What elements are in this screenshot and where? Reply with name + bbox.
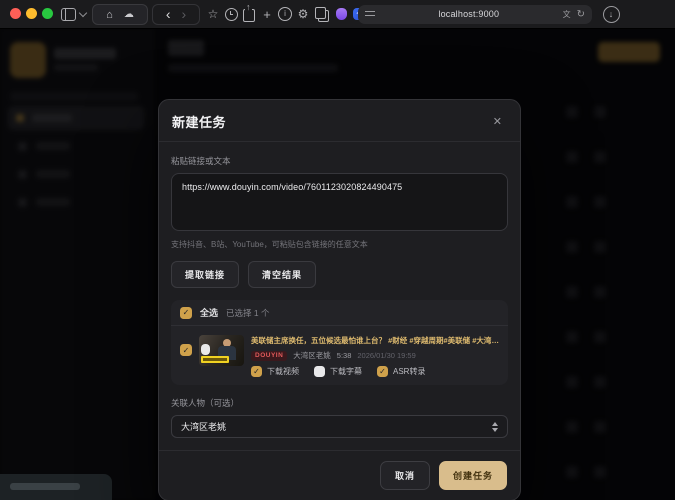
cancel-button[interactable]: 取消 bbox=[380, 461, 430, 490]
selected-count: 已选择 1 个 bbox=[226, 307, 269, 319]
link-preview-bubble bbox=[0, 474, 112, 500]
close-icon[interactable]: ✕ bbox=[489, 113, 506, 130]
results-panel: ✓ 全选 已选择 1 个 ✓ 美联储主席换任，五位候选最怕谁上台？ #财经 #穿… bbox=[171, 300, 508, 385]
zoom-window-button[interactable] bbox=[42, 8, 53, 19]
minimize-window-button[interactable] bbox=[26, 8, 37, 19]
video-date: 2026/01/30 19:59 bbox=[357, 351, 415, 360]
person-select[interactable]: 大湾区老姚 bbox=[171, 415, 508, 438]
checkbox-checked[interactable]: ✓ bbox=[377, 366, 388, 377]
modal-footer: 取消 创建任务 bbox=[159, 450, 520, 500]
supported-platforms-hint: 支持抖音、B站、YouTube，可粘贴包含链接的任意文本 bbox=[171, 239, 508, 250]
select-all-checkbox[interactable]: ✓ bbox=[180, 307, 192, 319]
modal-body: 粘贴链接或文本 https://www.douyin.com/video/760… bbox=[159, 142, 520, 450]
video-duration: 5:38 bbox=[337, 351, 352, 360]
browser-toolbar: ⌂ ☁ ‹ › ☆ + i ⚙ ✦ localhost:9000 文 ↻ ↓ bbox=[0, 0, 675, 29]
new-tab-icon[interactable]: + bbox=[260, 0, 274, 28]
platform-badge: DOUYIN bbox=[251, 351, 287, 361]
extract-links-button[interactable]: 提取链接 bbox=[171, 261, 239, 288]
link-textarea[interactable]: https://www.douyin.com/video/76011230208… bbox=[171, 173, 508, 231]
cloud-icon[interactable]: ☁ bbox=[124, 9, 134, 20]
reload-icon[interactable]: ↻ bbox=[577, 9, 585, 20]
link-textarea-value: https://www.douyin.com/video/76011230208… bbox=[182, 182, 497, 192]
workspace-pill: ⌂ ☁ bbox=[92, 4, 148, 25]
checkbox-unchecked[interactable] bbox=[314, 366, 325, 377]
back-icon[interactable]: ‹ bbox=[166, 6, 171, 22]
video-thumbnail bbox=[199, 335, 244, 366]
create-task-button[interactable]: 创建任务 bbox=[439, 461, 507, 490]
modal-title: 新建任务 bbox=[172, 112, 226, 131]
share-icon[interactable] bbox=[242, 0, 256, 28]
option-download-subtitles[interactable]: 下载字幕 bbox=[314, 366, 362, 377]
translate-icon[interactable]: 文 bbox=[563, 9, 571, 20]
settings-gear-icon[interactable]: ⚙ bbox=[296, 0, 310, 28]
nav-pill: ‹ › bbox=[152, 4, 200, 25]
clear-results-button[interactable]: 清空结果 bbox=[248, 261, 316, 288]
select-all-label: 全选 bbox=[200, 306, 218, 319]
forward-icon[interactable]: › bbox=[182, 6, 187, 22]
info-icon[interactable]: i bbox=[278, 0, 292, 28]
home-icon[interactable]: ⌂ bbox=[106, 9, 113, 21]
video-result-row: ✓ 美联储主席换任，五位候选最怕谁上台？ #财经 #穿越周期#美联储 #大湾区老… bbox=[171, 326, 508, 385]
video-author: 大湾区老姚 bbox=[293, 350, 331, 361]
extension-purple-icon[interactable] bbox=[334, 0, 348, 28]
person-select-value: 大湾区老姚 bbox=[181, 420, 492, 433]
results-header: ✓ 全选 已选择 1 个 bbox=[171, 300, 508, 326]
copy-tabs-icon[interactable] bbox=[314, 0, 330, 28]
option-asr-transcribe[interactable]: ✓ ASR转录 bbox=[377, 366, 425, 377]
address-bar[interactable]: localhost:9000 文 ↻ bbox=[358, 5, 592, 24]
downloads-icon[interactable]: ↓ bbox=[602, 0, 620, 28]
paste-link-label: 粘贴链接或文本 bbox=[171, 155, 508, 167]
modal-header: 新建任务 ✕ bbox=[159, 100, 520, 142]
video-meta: DOUYIN 大湾区老姚 5:38 2026/01/30 19:59 bbox=[251, 350, 499, 361]
chevron-down-icon[interactable] bbox=[78, 0, 88, 28]
person-select-label: 关联人物（可选） bbox=[171, 397, 508, 409]
video-checkbox[interactable]: ✓ bbox=[180, 344, 192, 356]
video-title: 美联储主席换任，五位候选最怕谁上台？ #财经 #穿越周期#美联储 #大湾区老姚 … bbox=[251, 335, 499, 346]
new-task-modal: 新建任务 ✕ 粘贴链接或文本 https://www.douyin.com/vi… bbox=[158, 99, 521, 500]
select-stepper-icon bbox=[492, 422, 498, 432]
download-options: ✓ 下载视频 下载字幕 ✓ ASR转录 bbox=[251, 366, 499, 377]
screen: ⌂ ☁ ‹ › ☆ + i ⚙ ✦ localhost:9000 文 ↻ ↓ bbox=[0, 0, 675, 500]
site-info-icon[interactable] bbox=[365, 9, 375, 19]
bookmark-star-icon[interactable]: ☆ bbox=[206, 0, 220, 28]
url-text[interactable]: localhost:9000 bbox=[375, 9, 563, 19]
option-download-video[interactable]: ✓ 下载视频 bbox=[251, 366, 299, 377]
sidebar-toggle-icon[interactable] bbox=[60, 0, 76, 28]
checkbox-checked[interactable]: ✓ bbox=[251, 366, 262, 377]
history-icon[interactable] bbox=[224, 0, 238, 28]
close-window-button[interactable] bbox=[10, 8, 21, 19]
